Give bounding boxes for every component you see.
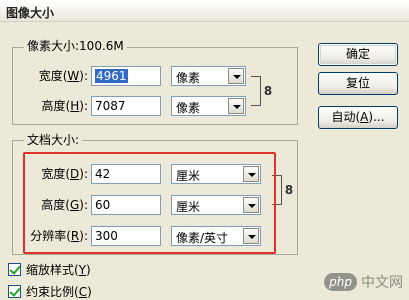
reset-button[interactable]: 复位 xyxy=(318,72,398,95)
pixel-width-unit-select[interactable]: 像素 xyxy=(171,66,246,86)
highlight-box xyxy=(23,152,276,254)
pixel-dimensions-legend: 像素大小:100.6M xyxy=(24,39,127,53)
document-size-legend: 文档大小: xyxy=(24,133,83,147)
pixel-width-label: 宽度(W): xyxy=(38,69,88,83)
constrain-proportions-label: 约束比例(C) xyxy=(26,285,92,299)
watermark: php 中文网 xyxy=(324,272,403,292)
pixel-link-bracket xyxy=(251,76,261,106)
scale-styles-label: 缩放样式(Y) xyxy=(26,263,91,277)
chevron-down-icon[interactable] xyxy=(228,68,244,84)
pixel-height-label: 高度(H): xyxy=(41,99,88,113)
chain-link-icon: 8 xyxy=(284,183,294,197)
auto-button[interactable]: 自动(A)... xyxy=(318,106,398,129)
title-bar[interactable]: 图像大小 xyxy=(0,0,409,22)
window-title: 图像大小 xyxy=(6,6,55,20)
constrain-proportions-checkbox[interactable] xyxy=(8,285,21,298)
chevron-down-icon[interactable] xyxy=(228,98,244,114)
chain-link-icon: 8 xyxy=(263,84,273,98)
ok-button[interactable]: 确定 xyxy=(318,43,398,66)
pixel-width-input[interactable]: 4961 xyxy=(91,66,161,86)
php-logo: php xyxy=(324,273,357,291)
watermark-text: 中文网 xyxy=(361,275,403,291)
pixel-height-unit-select[interactable]: 像素 xyxy=(171,96,246,116)
scale-styles-checkbox[interactable] xyxy=(8,263,21,276)
pixel-height-input[interactable]: 7087 xyxy=(91,96,161,116)
